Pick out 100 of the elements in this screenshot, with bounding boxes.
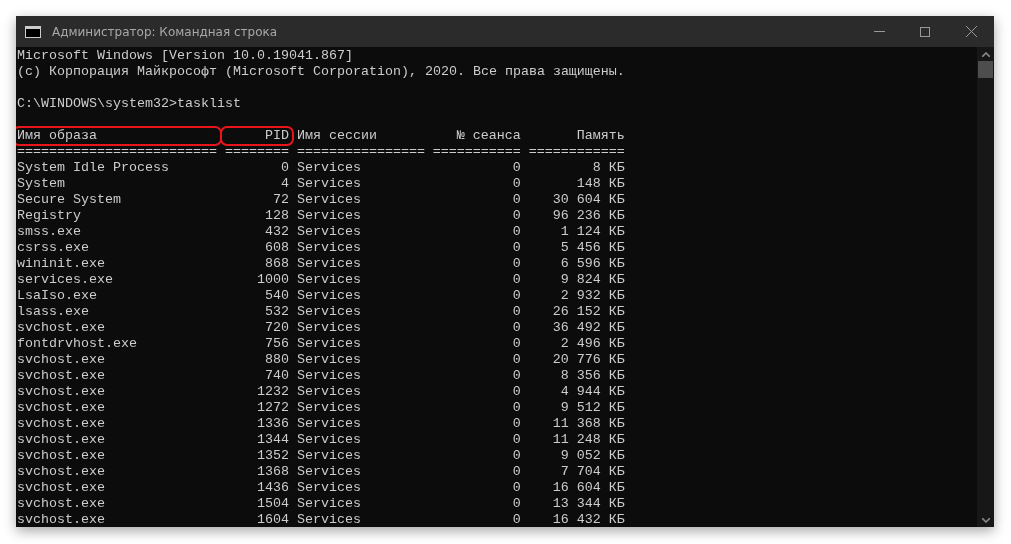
table-cell-text: services.exe [17, 272, 114, 288]
table-cell-text: 0 [511, 416, 521, 432]
table-cell-text: 0 [511, 320, 521, 336]
table-cell-text: 148 КБ [575, 176, 625, 192]
table-cell-text: svchost.exe [17, 400, 106, 416]
table-cell-text: Services [296, 368, 362, 384]
table-cell-text: Services [296, 384, 362, 400]
table-cell-text: Services [296, 288, 362, 304]
table-cell-text: Services [296, 160, 362, 176]
table-cell-text: 9 824 КБ [559, 272, 625, 288]
table-cell-text: 0 [511, 224, 521, 240]
table-cell-text: 11 248 КБ [551, 432, 625, 448]
table-cell-text: 30 604 КБ [551, 192, 625, 208]
table-cell-text: Services [296, 208, 362, 224]
table-cell-text: 1232 [255, 384, 289, 400]
table-cell-text: Services [296, 400, 362, 416]
table-cell-text: 0 [511, 448, 521, 464]
table-cell-text: 1 124 КБ [559, 224, 625, 240]
table-cell-text: 7 704 КБ [559, 464, 625, 480]
table-cell-text: System Idle Process [17, 160, 170, 176]
table-cell-text: 0 [511, 496, 521, 512]
table-cell-text: 16 432 КБ [551, 512, 625, 527]
table-cell-text: 1336 [255, 416, 289, 432]
table-cell-text: 540 [263, 288, 289, 304]
column-separator: ======== [224, 144, 289, 160]
table-cell-text: 8 356 КБ [559, 368, 625, 384]
table-cell-text: 26 152 КБ [551, 304, 625, 320]
table-cell-text: svchost.exe [17, 416, 106, 432]
table-cell-text: 740 [263, 368, 289, 384]
table-cell-text: System [17, 176, 66, 192]
column-separator: ============ [528, 144, 625, 160]
table-cell-text: fontdrvhost.exe [17, 336, 138, 352]
table-cell-text: 0 [511, 512, 521, 527]
column-separator: =========== [432, 144, 521, 160]
column-header: PID [219, 126, 294, 146]
table-cell-text: 532 [263, 304, 289, 320]
table-cell-text: 0 [511, 464, 521, 480]
table-cell-text: 1436 [255, 480, 289, 496]
table-cell-text: svchost.exe [17, 368, 106, 384]
table-cell-text: 4 [279, 176, 289, 192]
vertical-scrollbar[interactable] [977, 47, 994, 527]
console-output-line: Microsoft Windows [Version 10.0.19041.867] [17, 48, 353, 64]
table-cell-text: 0 [511, 240, 521, 256]
table-cell-text: 0 [511, 336, 521, 352]
table-cell-text: 608 [263, 240, 289, 256]
table-cell-text: 1344 [255, 432, 289, 448]
table-cell-text: 20 776 КБ [551, 352, 625, 368]
table-cell-text: 880 [263, 352, 289, 368]
table-cell-text: 0 [511, 304, 521, 320]
table-cell-text: 1368 [255, 464, 289, 480]
table-cell-text: svchost.exe [17, 432, 106, 448]
table-cell-text: Services [296, 448, 362, 464]
table-cell-text: 16 604 КБ [551, 480, 625, 496]
table-cell-text: 0 [511, 480, 521, 496]
table-cell-text: svchost.exe [17, 496, 106, 512]
table-cell-text: Services [296, 496, 362, 512]
table-cell-text: Services [296, 224, 362, 240]
table-cell-text: svchost.exe [17, 352, 106, 368]
table-cell-text: 0 [511, 400, 521, 416]
table-cell-text: svchost.exe [17, 320, 106, 336]
table-cell-text: 0 [511, 176, 521, 192]
table-cell-text: 96 236 КБ [551, 208, 625, 224]
table-cell-text: 0 [511, 208, 521, 224]
table-cell-text: Services [296, 192, 362, 208]
minimize-icon [873, 31, 885, 32]
table-cell-text: 1352 [255, 448, 289, 464]
table-cell-text: Services [296, 352, 362, 368]
table-cell-text: Services [296, 256, 362, 272]
console-app-icon [25, 25, 41, 38]
table-cell-text: Secure System [17, 192, 122, 208]
table-cell-text: LsaIso.exe [17, 288, 98, 304]
table-cell-text: Services [296, 336, 362, 352]
table-cell-text: Services [296, 304, 362, 320]
scrollbar-thumb[interactable] [978, 61, 993, 78]
table-cell-text: Registry [17, 208, 82, 224]
table-cell-text: Services [296, 480, 362, 496]
table-cell-text: svchost.exe [17, 448, 106, 464]
table-cell-text: svchost.exe [17, 512, 106, 527]
table-cell-text: 868 [263, 256, 289, 272]
table-cell-text: 1504 [255, 496, 289, 512]
table-cell-text: smss.exe [17, 224, 82, 240]
table-cell-text: 0 [511, 288, 521, 304]
table-cell-text: csrss.exe [17, 240, 90, 256]
table-cell-text: 1000 [255, 272, 289, 288]
table-cell-text: 1604 [255, 512, 289, 527]
table-cell-text: 0 [511, 352, 521, 368]
column-header: Имя образа [16, 126, 222, 146]
table-cell-text: 11 368 КБ [551, 416, 625, 432]
column-header: № сеанса [455, 128, 521, 144]
table-cell-text: svchost.exe [17, 480, 106, 496]
table-cell-text: 0 [511, 272, 521, 288]
table-cell-text: svchost.exe [17, 464, 106, 480]
table-cell-text: Services [296, 512, 362, 527]
table-cell-text: Services [296, 416, 362, 432]
table-cell-text: 6 596 КБ [559, 256, 625, 272]
maximize-icon [920, 26, 930, 37]
table-cell-text: Services [296, 432, 362, 448]
window-title: Администратор: Командная строка [52, 24, 279, 39]
console-output-line: (c) Корпорация Майкрософт (Microsoft Corporation), 2020. Все права защищены. [17, 64, 625, 80]
column-separator: ========================= [17, 144, 217, 160]
